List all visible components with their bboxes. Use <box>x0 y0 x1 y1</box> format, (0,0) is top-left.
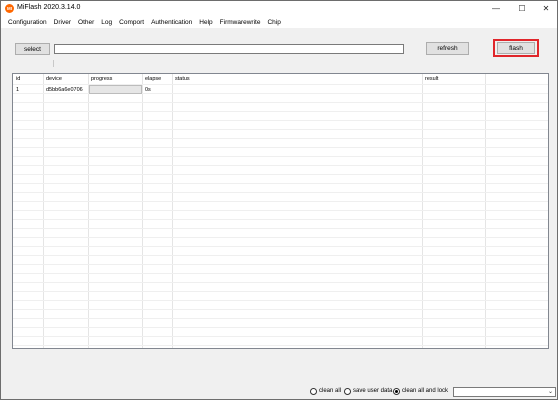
toolbar: select refresh flash <box>1 28 557 72</box>
menu-chip[interactable]: Chip <box>267 19 280 26</box>
header-device[interactable]: device <box>46 76 62 82</box>
mode-dropdown[interactable]: ⌄ <box>453 387 556 397</box>
grid-row-line <box>13 120 548 121</box>
title-bar: MI MiFlash 2020.3.14.0 — ☐ ✕ <box>1 1 557 16</box>
chevron-down-icon: ⌄ <box>547 389 553 395</box>
grid-row-line <box>13 255 548 256</box>
grid-col-progress <box>89 74 143 348</box>
header-progress[interactable]: progress <box>91 76 112 82</box>
grid-row-line <box>13 129 548 130</box>
grid-row-line <box>13 219 548 220</box>
menu-driver[interactable]: Driver <box>54 19 71 26</box>
grid-row-line <box>13 345 548 346</box>
divider <box>53 60 54 67</box>
maximize-button[interactable]: ☐ <box>511 1 533 16</box>
menu-configuration[interactable]: Configuration <box>8 19 47 26</box>
grid-row-line <box>13 300 548 301</box>
grid-row-line <box>13 318 548 319</box>
grid-row-line <box>13 102 548 103</box>
grid-row-line <box>13 264 548 265</box>
menu-authentication[interactable]: Authentication <box>151 19 192 26</box>
header-id[interactable]: id <box>16 76 20 82</box>
grid-row-line <box>13 174 548 175</box>
clean-all-and-lock-label[interactable]: clean all and lock <box>402 388 448 394</box>
grid-row-line <box>13 147 548 148</box>
grid-row-line <box>13 201 548 202</box>
row-progress-bar <box>89 85 142 94</box>
row-id: 1 <box>16 87 20 93</box>
grid-row-line <box>13 309 548 310</box>
grid-row-line <box>13 183 548 184</box>
menu-other[interactable]: Other <box>78 19 94 26</box>
menu-help[interactable]: Help <box>199 19 212 26</box>
grid-row-line <box>13 111 548 112</box>
grid-row-line <box>13 327 548 328</box>
header-elapse[interactable]: elapse <box>145 76 161 82</box>
grid-row-line <box>13 165 548 166</box>
grid-row-line <box>13 228 548 229</box>
menu-comport[interactable]: Comport <box>119 19 144 26</box>
grid-row-line <box>13 138 548 139</box>
save-user-data-label[interactable]: save user data <box>353 388 392 394</box>
menu-log[interactable]: Log <box>101 19 112 26</box>
flash-button[interactable]: flash <box>497 42 535 54</box>
grid-row-line <box>13 237 548 238</box>
rom-path-input[interactable] <box>54 44 404 54</box>
clean-all-radio[interactable] <box>310 388 317 395</box>
header-status[interactable]: status <box>175 76 190 82</box>
clean-all-label[interactable]: clean all <box>319 388 341 394</box>
grid-row-line <box>13 273 548 274</box>
row-elapse: 0s <box>145 87 151 93</box>
grid-row-line <box>13 156 548 157</box>
refresh-button[interactable]: refresh <box>426 42 469 55</box>
minimize-button[interactable]: — <box>485 1 507 16</box>
grid-col-device <box>44 74 89 348</box>
grid-col-status <box>173 74 423 348</box>
grid-col-id <box>13 74 44 348</box>
window-title: MiFlash 2020.3.14.0 <box>17 4 81 11</box>
grid-row-line <box>13 282 548 283</box>
menu-bar: Configuration Driver Other Log Comport A… <box>1 16 557 28</box>
grid-col-elapse <box>143 74 173 348</box>
grid-row-line <box>13 246 548 247</box>
grid-row-line <box>13 291 548 292</box>
bottom-bar: clean all save user data clean all and l… <box>1 384 557 399</box>
select-button[interactable]: select <box>15 43 50 55</box>
row-device: d5bb6a6e0706 <box>46 87 83 93</box>
grid-col-result <box>423 74 486 348</box>
device-grid[interactable]: id device progress elapse status result … <box>12 73 549 349</box>
save-user-data-radio[interactable] <box>344 388 351 395</box>
grid-row-line <box>13 336 548 337</box>
menu-firmwarewrite[interactable]: Firmwarewrite <box>220 19 261 26</box>
miflash-window: MI MiFlash 2020.3.14.0 — ☐ ✕ Configurati… <box>0 0 558 400</box>
close-button[interactable]: ✕ <box>535 1 557 16</box>
grid-row-line <box>13 210 548 211</box>
header-result[interactable]: result <box>425 76 438 82</box>
clean-all-and-lock-radio[interactable] <box>393 388 400 395</box>
grid-row-line <box>13 192 548 193</box>
miflash-app-icon: MI <box>5 4 14 13</box>
